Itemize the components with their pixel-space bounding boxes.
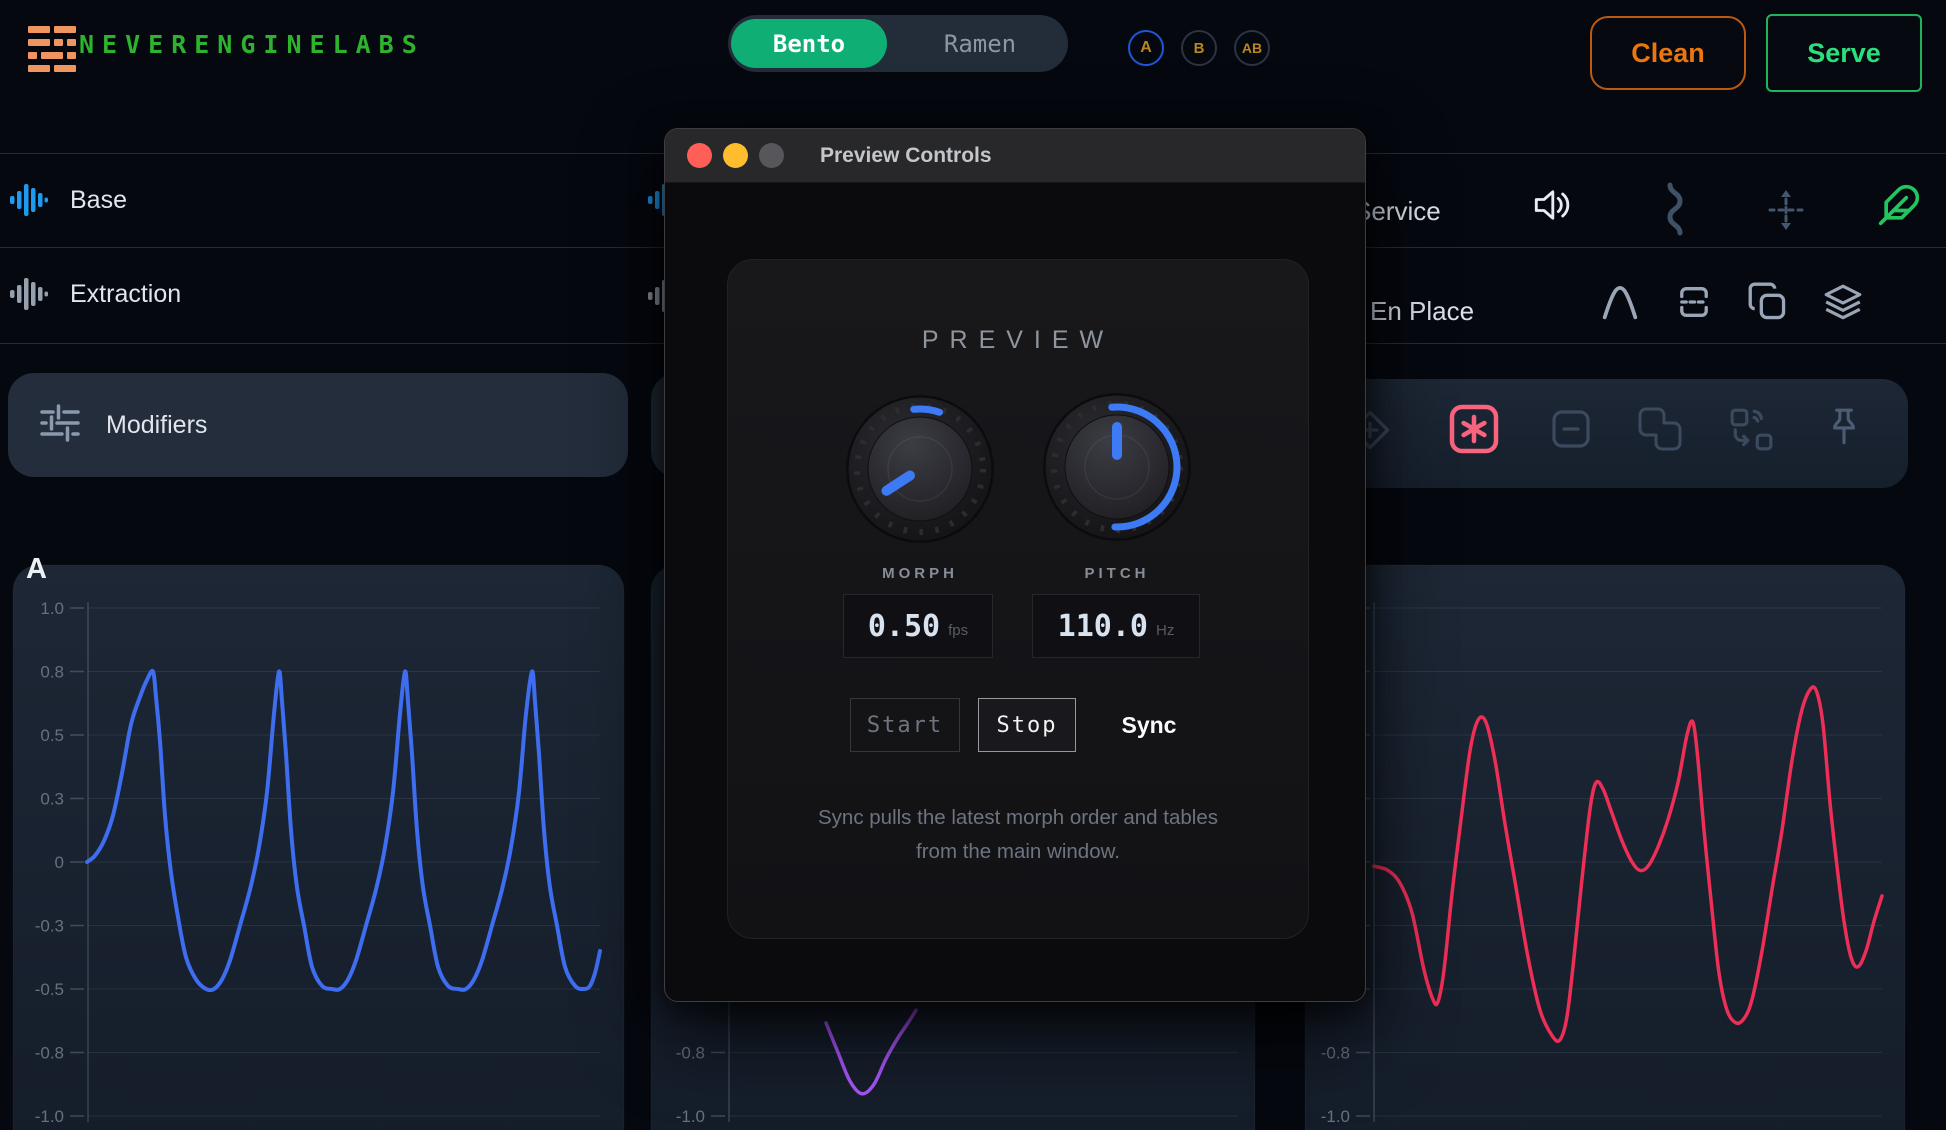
app-window: NEVERENGINELABS Bento Ramen A B AB Clean… (0, 0, 1946, 1130)
svg-text:-0.8: -0.8 (1321, 1044, 1350, 1063)
pitch-value: 110.0 (1058, 609, 1148, 644)
tools-toolbar (1340, 379, 1908, 488)
svg-text:1.0: 1.0 (40, 599, 64, 618)
preview-panel: PREVIEW MORPH PITCH 0.50 fps 110.0 Hz St… (727, 259, 1309, 939)
wave-squiggle-icon[interactable] (1662, 182, 1688, 241)
morph-value-field[interactable]: 0.50 fps (843, 594, 993, 658)
copy-icon[interactable] (1748, 282, 1788, 327)
pitch-label: PITCH (1032, 565, 1202, 582)
ab-compare-group: A B AB (1128, 30, 1270, 66)
svg-text:-0.5: -0.5 (35, 980, 64, 999)
svg-text:-1.0: -1.0 (1321, 1107, 1350, 1126)
preview-controls-window: Preview Controls PREVIEW MORPH PITCH 0.5… (664, 128, 1366, 1002)
asterisk-icon[interactable] (1448, 403, 1500, 460)
zoom-button[interactable] (759, 143, 784, 168)
layers-icon[interactable] (1822, 282, 1864, 329)
start-button[interactable]: Start (850, 698, 960, 752)
serve-button[interactable]: Serve (1766, 14, 1922, 92)
replace-icon[interactable] (1729, 407, 1775, 458)
volume-icon[interactable] (1533, 185, 1577, 230)
morph-unit: fps (948, 622, 968, 639)
ab-button-a[interactable]: A (1128, 30, 1164, 66)
move-vertical-icon[interactable] (1763, 187, 1809, 238)
brand-logo-icon (28, 26, 78, 77)
help-text-line2: from the main window. (728, 840, 1308, 864)
section-title: PREVIEW (728, 326, 1308, 355)
svg-text:-0.8: -0.8 (35, 1044, 64, 1063)
stop-button[interactable]: Stop (978, 698, 1076, 752)
svg-text:-1.0: -1.0 (35, 1107, 64, 1126)
clean-button[interactable]: Clean (1590, 16, 1746, 90)
svg-text:0: 0 (55, 853, 64, 872)
pin-icon[interactable] (1827, 406, 1861, 457)
toggle-option-bento[interactable]: Bento (731, 19, 887, 68)
brand-name: NEVERENGINELABS (79, 30, 425, 59)
close-button[interactable] (687, 143, 712, 168)
svg-text:-0.8: -0.8 (676, 1044, 705, 1063)
ab-button-b[interactable]: B (1181, 30, 1217, 66)
window-title: Preview Controls (820, 144, 992, 168)
ab-button-ab[interactable]: AB (1234, 30, 1270, 66)
morph-label: MORPH (835, 565, 1005, 582)
svg-text:0.8: 0.8 (40, 663, 64, 682)
curve-peak-icon[interactable] (1600, 282, 1640, 327)
mode-toggle[interactable]: Bento Ramen (728, 15, 1068, 72)
morph-value: 0.50 (868, 609, 940, 644)
minus-square-icon[interactable] (1549, 407, 1593, 456)
feather-icon[interactable] (1877, 183, 1921, 232)
minimize-button[interactable] (723, 143, 748, 168)
svg-text:0.5: 0.5 (40, 726, 64, 745)
svg-text:0.3: 0.3 (40, 790, 64, 809)
distribute-icon[interactable] (1674, 282, 1714, 327)
toggle-option-ramen[interactable]: Ramen (900, 30, 1060, 58)
service-label: Service (1354, 196, 1441, 227)
sync-button[interactable]: Sync (1104, 698, 1194, 752)
en-place-label: En Place (1370, 296, 1474, 327)
svg-text:-0.3: -0.3 (35, 917, 64, 936)
pitch-value-field[interactable]: 110.0 Hz (1032, 594, 1200, 658)
morph-knob[interactable] (835, 384, 1005, 554)
svg-text:-1.0: -1.0 (676, 1107, 705, 1126)
pitch-knob[interactable] (1032, 382, 1202, 552)
help-text-line1: Sync pulls the latest morph order and ta… (728, 806, 1308, 830)
pitch-unit: Hz (1156, 622, 1174, 639)
union-icon[interactable] (1638, 407, 1682, 456)
chart-label: A (26, 553, 47, 586)
window-titlebar[interactable]: Preview Controls (665, 129, 1365, 183)
